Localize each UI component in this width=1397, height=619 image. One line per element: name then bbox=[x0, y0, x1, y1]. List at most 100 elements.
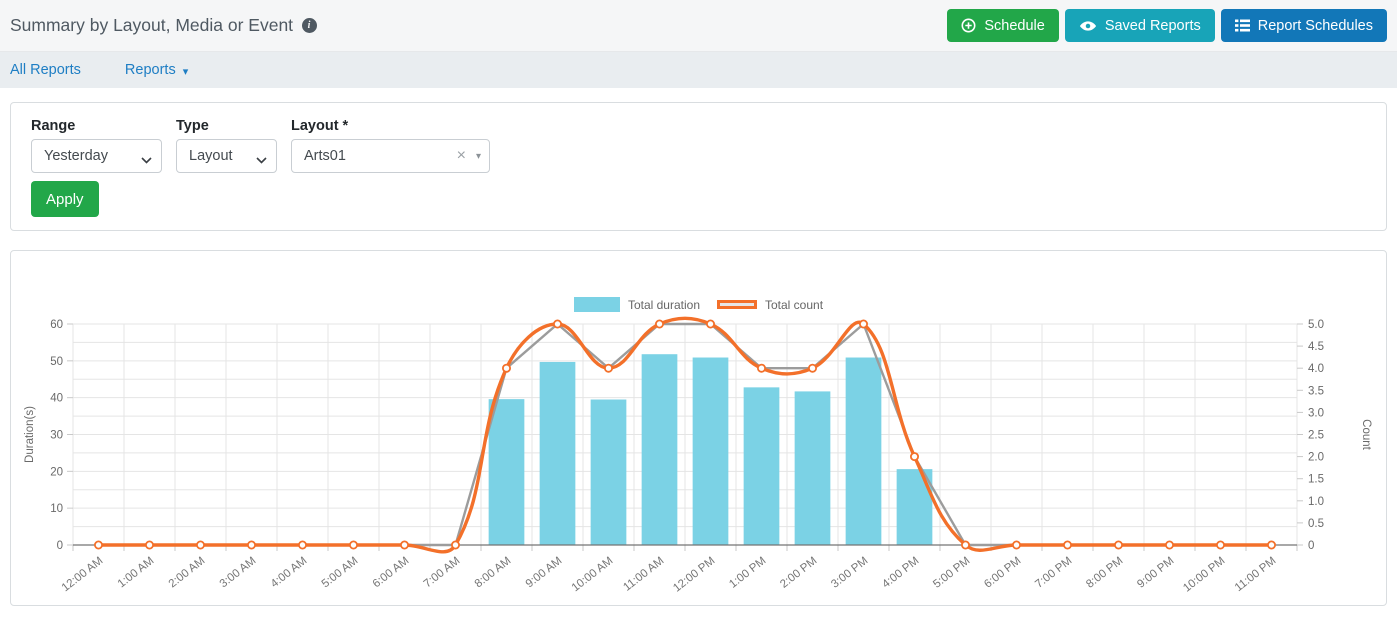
chevron-down-icon bbox=[141, 152, 152, 168]
x-axis-category-label: 1:00 PM bbox=[727, 555, 768, 591]
duration-bar bbox=[591, 400, 627, 545]
count-point-marker bbox=[1217, 541, 1224, 548]
right-axis-tick-label: 1.0 bbox=[1308, 496, 1324, 508]
duration-bar bbox=[540, 362, 576, 545]
saved-reports-button-label: Saved Reports bbox=[1105, 18, 1201, 34]
x-axis-category-label: 12:00 PM bbox=[671, 555, 717, 595]
nav-all-reports[interactable]: All Reports bbox=[10, 62, 81, 78]
x-axis-category-label: 7:00 PM bbox=[1033, 555, 1074, 591]
x-axis-category-label: 3:00 PM bbox=[829, 555, 870, 591]
x-axis-category-label: 8:00 PM bbox=[1084, 555, 1125, 591]
count-point-marker bbox=[401, 541, 408, 548]
count-point-marker bbox=[1064, 541, 1071, 548]
total-count-label: Total count bbox=[765, 298, 823, 312]
count-point-marker bbox=[197, 541, 204, 548]
count-point-marker bbox=[1013, 541, 1020, 548]
x-axis-category-label: 6:00 PM bbox=[982, 555, 1023, 591]
x-axis-category-label: 7:00 AM bbox=[422, 555, 463, 590]
chevron-down-icon: ▾ bbox=[183, 65, 189, 78]
nav-reports-dropdown[interactable]: Reports ▾ bbox=[125, 62, 188, 78]
chart-legend: Total duration Total count bbox=[11, 297, 1386, 312]
left-axis-tick-label: 40 bbox=[50, 393, 63, 405]
legend-item-total-duration[interactable]: Total duration bbox=[574, 297, 700, 312]
duration-bar bbox=[642, 354, 678, 545]
title-bar: Summary by Layout, Media or Event i Sche… bbox=[0, 0, 1397, 52]
count-point-marker bbox=[1115, 541, 1122, 548]
duration-bar bbox=[846, 358, 882, 545]
layout-select-value: Arts01 bbox=[304, 148, 346, 164]
nav-reports-label: Reports bbox=[125, 62, 176, 78]
legend-item-total-count[interactable]: Total count bbox=[717, 298, 823, 312]
right-axis-tick-label: 2.5 bbox=[1308, 430, 1324, 442]
eye-icon bbox=[1079, 20, 1097, 32]
list-icon bbox=[1235, 19, 1250, 32]
count-point-marker bbox=[554, 320, 561, 327]
x-axis-category-label: 10:00 PM bbox=[1181, 555, 1227, 595]
layout-select[interactable]: Arts01 × ▾ bbox=[291, 139, 490, 173]
duration-bar bbox=[744, 387, 780, 545]
reports-navbar: All Reports Reports ▾ bbox=[0, 52, 1397, 88]
left-axis-tick-label: 30 bbox=[50, 430, 63, 442]
chevron-down-icon bbox=[256, 152, 267, 168]
filter-panel: Range Yesterday Type Layout Layout * Art… bbox=[10, 102, 1387, 231]
right-axis-tick-label: 0.5 bbox=[1308, 518, 1324, 530]
x-axis-category-label: 9:00 AM bbox=[524, 555, 565, 590]
report-schedules-button[interactable]: Report Schedules bbox=[1221, 9, 1387, 42]
apply-button[interactable]: Apply bbox=[31, 181, 99, 217]
duration-bar bbox=[795, 391, 831, 545]
x-axis-category-label: 4:00 AM bbox=[269, 555, 310, 590]
count-point-marker bbox=[860, 320, 867, 327]
count-point-marker bbox=[1268, 541, 1275, 548]
page-title: Summary by Layout, Media or Event bbox=[10, 15, 293, 36]
count-point-marker bbox=[758, 365, 765, 372]
total-duration-label: Total duration bbox=[628, 298, 700, 312]
right-axis-tick-label: 5.0 bbox=[1308, 319, 1324, 331]
range-select[interactable]: Yesterday bbox=[31, 139, 162, 173]
plus-circle-icon bbox=[961, 18, 976, 33]
right-axis-title: Count bbox=[1360, 419, 1372, 450]
report-schedules-button-label: Report Schedules bbox=[1258, 18, 1373, 34]
count-point-marker bbox=[503, 365, 510, 372]
x-axis-category-label: 2:00 AM bbox=[167, 555, 208, 590]
x-axis-category-label: 11:00 PM bbox=[1233, 555, 1279, 594]
right-axis-tick-label: 4.5 bbox=[1308, 341, 1324, 353]
x-axis-category-label: 3:00 AM bbox=[218, 555, 259, 590]
x-axis-category-label: 8:00 AM bbox=[473, 555, 514, 590]
count-point-marker bbox=[1166, 541, 1173, 548]
saved-reports-button[interactable]: Saved Reports bbox=[1065, 9, 1215, 42]
right-axis-tick-label: 3.5 bbox=[1308, 385, 1324, 397]
count-point-marker bbox=[911, 453, 918, 460]
count-point-marker bbox=[605, 365, 612, 372]
count-point-marker bbox=[809, 365, 816, 372]
total-duration-swatch bbox=[574, 297, 620, 312]
schedule-button[interactable]: Schedule bbox=[947, 9, 1058, 42]
count-point-marker bbox=[299, 541, 306, 548]
total-count-swatch bbox=[717, 300, 757, 309]
x-axis-category-label: 1:00 AM bbox=[116, 555, 157, 590]
x-axis-category-label: 2:00 PM bbox=[778, 555, 819, 591]
x-axis-category-label: 5:00 AM bbox=[320, 555, 361, 590]
count-point-marker bbox=[350, 541, 357, 548]
type-label: Type bbox=[176, 118, 277, 134]
x-axis-category-label: 5:00 PM bbox=[931, 555, 972, 591]
schedule-button-label: Schedule bbox=[984, 18, 1044, 34]
info-icon[interactable]: i bbox=[302, 18, 317, 33]
count-point-marker bbox=[962, 541, 969, 548]
left-axis-title: Duration(s) bbox=[24, 406, 36, 463]
type-select-value: Layout bbox=[189, 148, 233, 164]
count-point-marker bbox=[656, 320, 663, 327]
right-axis-tick-label: 1.5 bbox=[1308, 474, 1324, 486]
right-axis-tick-label: 4.0 bbox=[1308, 363, 1324, 375]
count-point-marker bbox=[146, 541, 153, 548]
left-axis-tick-label: 10 bbox=[50, 503, 63, 515]
range-label: Range bbox=[31, 118, 162, 134]
chart-panel: Total duration Total count 0102030405060… bbox=[10, 250, 1387, 606]
chevron-down-icon[interactable]: ▾ bbox=[476, 151, 481, 162]
x-axis-category-label: 9:00 PM bbox=[1135, 555, 1176, 591]
layout-label: Layout * bbox=[291, 118, 490, 134]
type-select[interactable]: Layout bbox=[176, 139, 277, 173]
count-point-marker bbox=[707, 320, 714, 327]
left-axis-tick-label: 50 bbox=[50, 356, 63, 368]
left-axis-tick-label: 20 bbox=[50, 466, 63, 478]
clear-selection-icon[interactable]: × bbox=[457, 148, 466, 164]
